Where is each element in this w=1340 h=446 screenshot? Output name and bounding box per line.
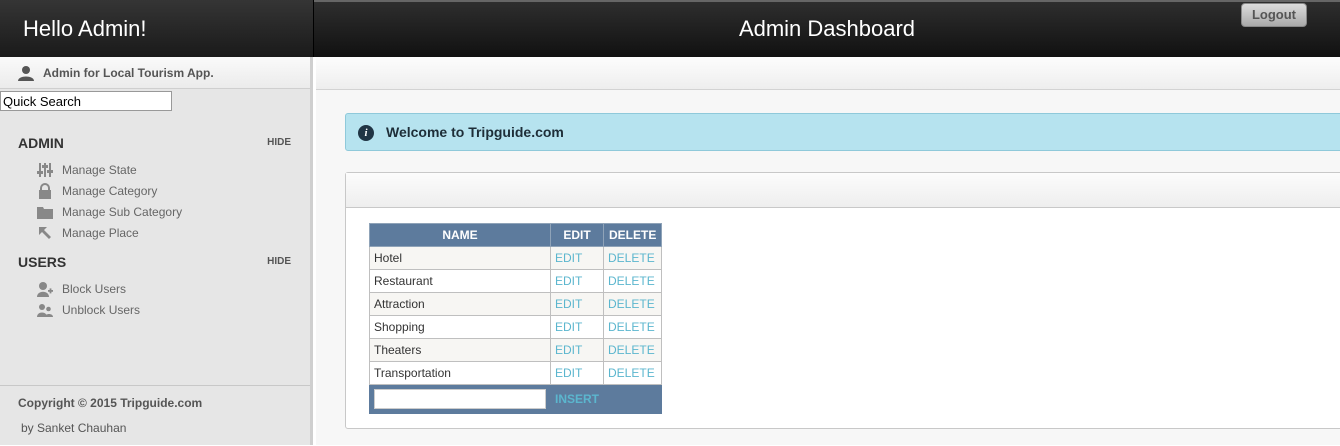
table-row: Restaurant EDIT DELETE	[369, 269, 663, 293]
delete-link[interactable]: DELETE	[603, 315, 663, 339]
insert-link[interactable]: INSERT	[555, 392, 599, 406]
insert-row: INSERT	[369, 384, 663, 414]
lock-icon	[36, 183, 54, 199]
sidebar-item-label: Block Users	[62, 282, 127, 296]
sidebar-item-label: Unblock Users	[62, 303, 141, 317]
sidebar-item-manage-state[interactable]: Manage State	[36, 161, 137, 179]
row-name: Theaters	[369, 338, 551, 362]
top-header: Admin Dashboard Logout	[314, 0, 1340, 57]
edit-link[interactable]: EDIT	[549, 315, 605, 339]
sidebar-footer: Copyright © 2015 Tripguide.com by Sanket…	[0, 385, 310, 446]
user-role-label: Admin for Local Tourism App.	[43, 66, 214, 80]
delete-link[interactable]: DELETE	[603, 269, 663, 293]
edit-link[interactable]: EDIT	[549, 361, 605, 385]
copyright-text: Copyright © 2015 Tripguide.com	[18, 396, 203, 410]
author-text: by Sanket Chauhan	[21, 421, 127, 435]
sidebar-item-manage-category[interactable]: Manage Category	[36, 182, 157, 200]
user-icon	[18, 65, 34, 86]
row-name: Hotel	[369, 246, 551, 270]
insert-empty-cell	[603, 384, 663, 414]
row-name: Restaurant	[369, 269, 551, 293]
folder-icon	[36, 204, 54, 220]
insert-link-cell: INSERT	[549, 384, 605, 414]
sidebar-item-manage-sub-category[interactable]: Manage Sub Category	[36, 203, 182, 221]
category-table: NAME EDIT DELETE Hotel EDIT DELETE Resta…	[369, 223, 663, 414]
info-message: Welcome to Tripguide.com	[386, 124, 564, 140]
delete-link[interactable]: DELETE	[603, 361, 663, 385]
column-header-delete: DELETE	[603, 223, 663, 247]
info-alert: i Welcome to Tripguide.com	[345, 113, 1340, 151]
edit-link[interactable]: EDIT	[549, 292, 605, 316]
section-title-admin: ADMIN	[18, 135, 64, 151]
table-row: Hotel EDIT DELETE	[369, 246, 663, 270]
sidebar-item-manage-place[interactable]: Manage Place	[36, 224, 139, 242]
cursor-arrow-icon	[36, 225, 54, 241]
table-row: Transportation EDIT DELETE	[369, 361, 663, 385]
sidebar-item-unblock-users[interactable]: Unblock Users	[36, 301, 140, 319]
row-name: Attraction	[369, 292, 551, 316]
insert-name-input[interactable]	[374, 389, 546, 409]
delete-link[interactable]: DELETE	[603, 338, 663, 362]
column-header-edit: EDIT	[549, 223, 605, 247]
sidebar-item-block-users[interactable]: Block Users	[36, 280, 126, 298]
delete-link[interactable]: DELETE	[603, 292, 663, 316]
delete-link[interactable]: DELETE	[603, 246, 663, 270]
page-title: Admin Dashboard	[738, 16, 916, 41]
hide-admin-link[interactable]: HIDE	[267, 137, 291, 148]
info-icon: i	[358, 125, 374, 141]
table-row: Shopping EDIT DELETE	[369, 315, 663, 339]
table-row: Attraction EDIT DELETE	[369, 292, 663, 316]
section-title-users: USERS	[18, 254, 67, 270]
sub-toolbar	[316, 57, 1340, 90]
sidebar: Admin for Local Tourism App. ADMIN HIDE …	[0, 57, 313, 445]
logout-button[interactable]: Logout	[1241, 3, 1307, 27]
column-header-name: NAME	[369, 223, 551, 247]
edit-link[interactable]: EDIT	[549, 269, 605, 293]
greeting-text: Hello Admin!	[23, 16, 147, 41]
table-header-row: NAME EDIT DELETE	[369, 223, 663, 247]
hide-users-link[interactable]: HIDE	[267, 256, 291, 267]
edit-link[interactable]: EDIT	[549, 246, 605, 270]
users-icon	[36, 302, 54, 318]
panel-header	[346, 173, 1340, 208]
sidebar-item-label: Manage State	[62, 163, 137, 177]
user-add-icon	[36, 281, 54, 297]
row-name: Transportation	[369, 361, 551, 385]
table-row: Theaters EDIT DELETE	[369, 338, 663, 362]
sidebar-item-label: Manage Sub Category	[62, 205, 183, 219]
user-bar: Admin for Local Tourism App.	[0, 57, 310, 89]
sliders-icon	[36, 162, 54, 178]
sidebar-item-label: Manage Category	[62, 184, 158, 198]
edit-link[interactable]: EDIT	[549, 338, 605, 362]
sidebar-item-label: Manage Place	[62, 226, 139, 240]
row-name: Shopping	[369, 315, 551, 339]
insert-input-cell	[369, 384, 551, 414]
sidebar-header: Hello Admin!	[0, 0, 314, 57]
quick-search-input[interactable]	[0, 91, 172, 111]
